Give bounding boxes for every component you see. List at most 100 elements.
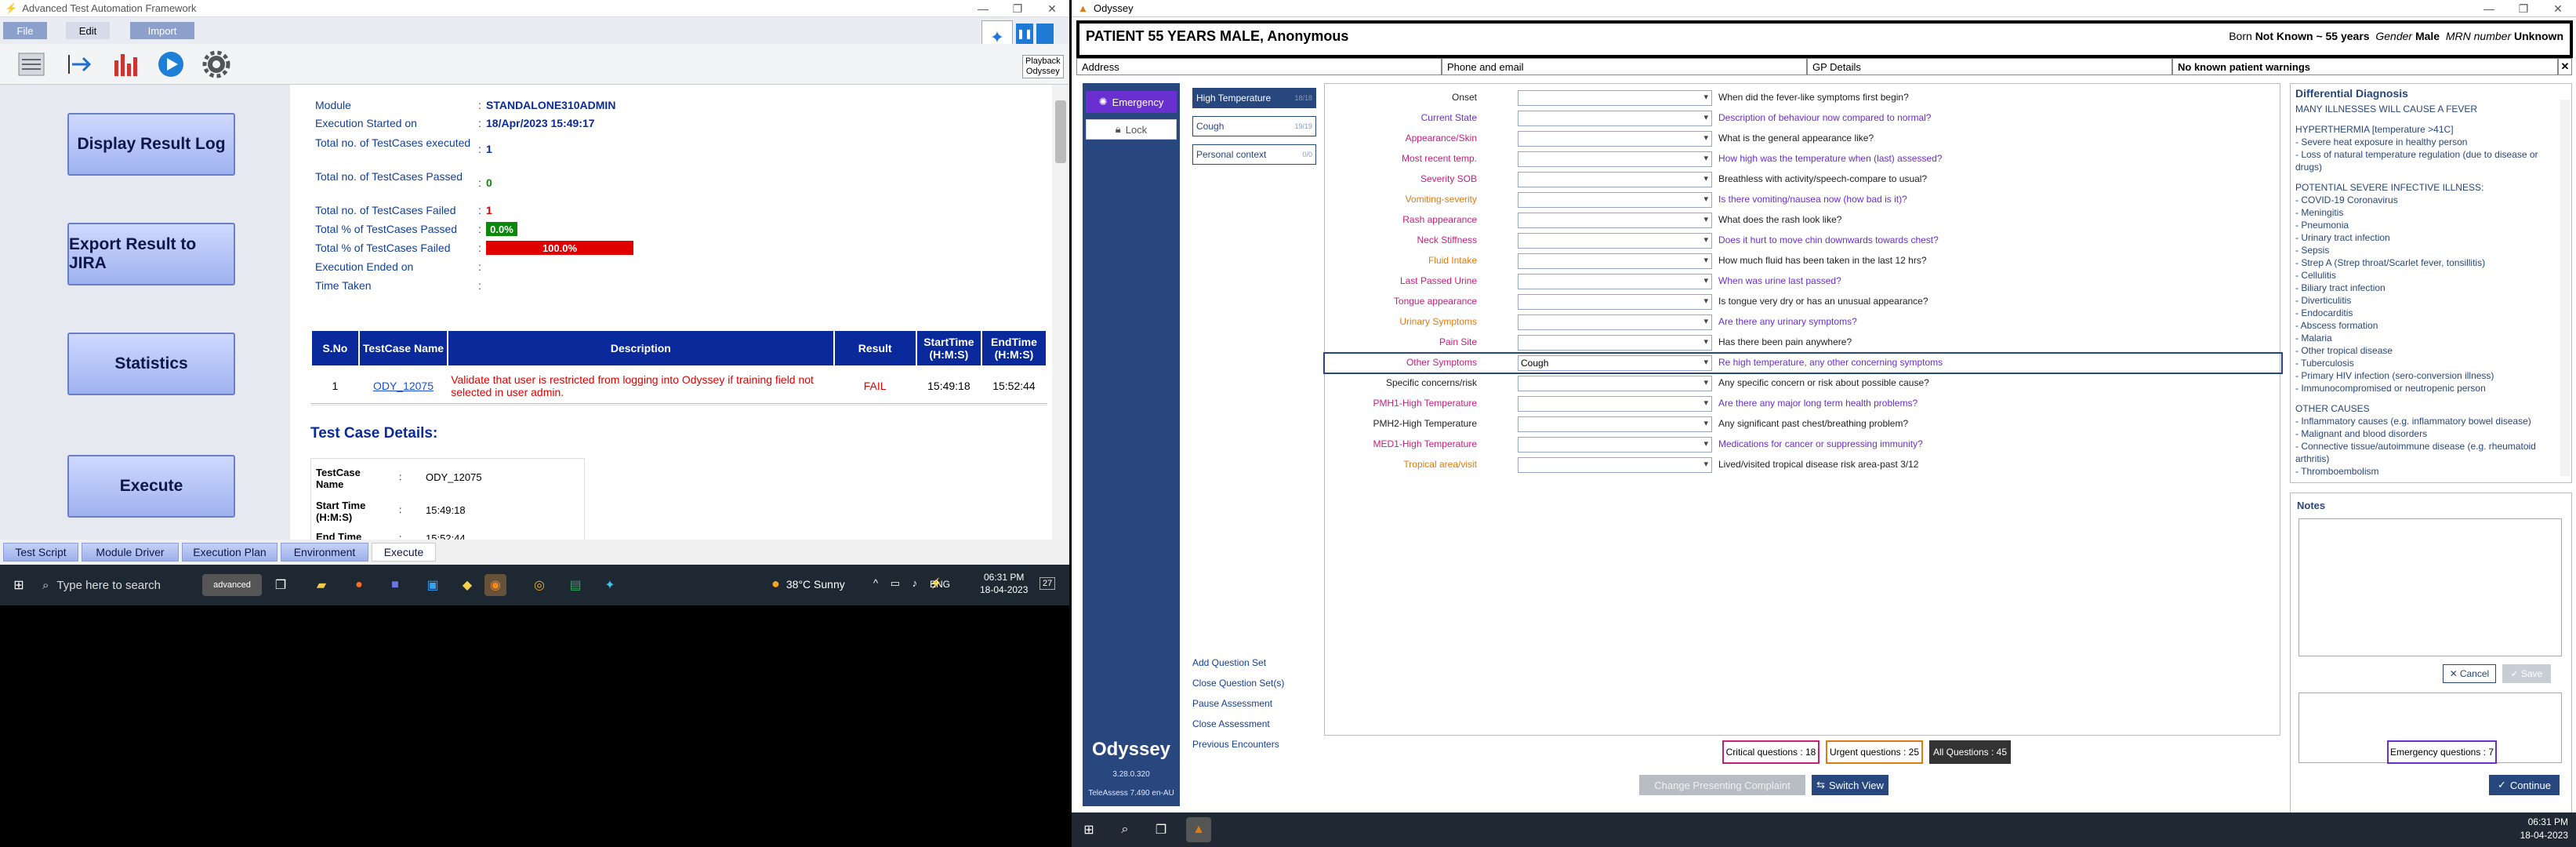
ddx-item: - Diverticulitis — [2295, 295, 2352, 306]
weather[interactable]: ● 38°C Sunny — [771, 576, 845, 592]
answer-select[interactable] — [1518, 314, 1712, 330]
task-view-icon[interactable]: ❐ — [1150, 819, 1172, 841]
tab-execute[interactable]: Execute — [372, 543, 436, 562]
clock[interactable]: 06:31 PM 18-04-2023 — [980, 571, 1028, 596]
teams-icon[interactable]: ■ — [384, 574, 406, 596]
critical-count[interactable]: Critical questions : 18 — [1722, 740, 1820, 764]
answer-select[interactable] — [1518, 90, 1712, 106]
arrow-right-icon[interactable] — [63, 47, 97, 82]
phone-email-field[interactable]: Phone and email — [1442, 58, 1807, 75]
minimize-button[interactable]: — — [2472, 0, 2506, 17]
alarm-icon: ✺ — [1098, 96, 1108, 107]
symptom-item[interactable]: Cough 19/19 — [1192, 116, 1316, 136]
answer-select[interactable] — [1518, 376, 1712, 391]
outlook-icon[interactable]: ◉ — [484, 574, 506, 596]
answer-select[interactable] — [1518, 131, 1712, 147]
answer-select[interactable] — [1518, 335, 1712, 351]
scroll-thumb[interactable] — [1055, 100, 1066, 163]
previous-encounters-link[interactable]: Previous Encounters — [1192, 739, 1279, 750]
menu-file[interactable]: File — [3, 22, 47, 39]
task-view-icon[interactable]: ❐ — [270, 574, 292, 596]
file-explorer-icon[interactable]: ▰ — [310, 574, 332, 596]
chrome-icon[interactable]: ◎ — [528, 574, 550, 596]
switch-view-button[interactable]: ⇆ Switch View — [1812, 775, 1888, 795]
export-jira-button[interactable]: Export Result to JIRA — [67, 223, 235, 285]
maximize-button[interactable]: ❐ — [2506, 0, 2541, 17]
symptom-item[interactable]: Personal context 0/0 — [1192, 144, 1316, 165]
save-button[interactable]: ✓ Save — [2502, 664, 2551, 683]
python-icon[interactable]: ◆ — [456, 574, 478, 596]
excel-icon[interactable]: ▤ — [564, 574, 586, 596]
gear-icon[interactable] — [199, 47, 234, 82]
all-count[interactable]: All Questions : 45 — [1929, 740, 2011, 764]
urgent-count[interactable]: Urgent questions : 25 — [1826, 740, 1923, 764]
pause-icon[interactable]: ❚❚ — [1016, 24, 1033, 44]
ddx-title: Differential Diagnosis — [2295, 87, 2408, 100]
notification-count[interactable]: 27 — [1039, 577, 1056, 590]
report-scrollbar[interactable] — [1052, 85, 1069, 540]
emergency-count[interactable]: Emergency questions : 7 — [2387, 740, 2497, 764]
execute-button[interactable]: Execute — [67, 455, 235, 518]
language[interactable]: ENG — [930, 579, 950, 590]
answer-select[interactable] — [1518, 151, 1712, 167]
firefox-icon[interactable]: ● — [348, 574, 370, 596]
answer-select[interactable] — [1518, 437, 1712, 453]
answer-select[interactable] — [1518, 396, 1712, 412]
windows-start-icon[interactable]: ⊞ — [1078, 819, 1100, 841]
stop-icon[interactable] — [1036, 24, 1054, 44]
continue-button[interactable]: ✓ Continue — [2489, 775, 2560, 795]
clock[interactable]: 06:31 PM 18-04-2023 — [2520, 816, 2568, 842]
close-header-icon[interactable]: ✕ — [2558, 58, 2572, 75]
question-label: Neck Stiffness — [1417, 234, 1477, 245]
answer-select[interactable] — [1518, 457, 1712, 473]
close-button[interactable]: ✕ — [2541, 0, 2575, 17]
answer-select[interactable] — [1518, 253, 1712, 269]
change-complaint-button[interactable]: Change Presenting Complaint — [1639, 775, 1805, 795]
teleassess-icon[interactable]: ✦ — [599, 574, 621, 596]
details-box: TestCase Name : ODY_12075 Start Time (H:… — [310, 458, 585, 540]
close-button[interactable]: ✕ — [1035, 0, 1069, 17]
tab-test-script[interactable]: Test Script — [3, 543, 78, 562]
answer-select[interactable] — [1518, 233, 1712, 249]
odyssey-taskbar-icon[interactable]: ▲ — [1186, 817, 1211, 842]
play-icon[interactable] — [154, 47, 188, 82]
answer-select[interactable] — [1518, 416, 1712, 432]
notes-textarea[interactable] — [2298, 518, 2562, 656]
testcase-link[interactable]: ODY_12075 — [358, 366, 448, 405]
bar-chart-icon[interactable] — [108, 47, 143, 82]
answer-select[interactable] — [1518, 192, 1712, 208]
answer-select[interactable] — [1518, 274, 1712, 289]
cancel-button[interactable]: ✕ Cancel — [2443, 664, 2496, 683]
search-icon[interactable]: ⌕ — [1114, 819, 1136, 841]
search-box[interactable]: ⌕ Type here to search — [42, 573, 196, 598]
answer-select[interactable] — [1518, 172, 1712, 187]
gp-details-field[interactable]: GP Details — [1807, 58, 2172, 75]
minimize-button[interactable]: — — [966, 0, 1000, 17]
lock-button[interactable]: 🔒︎ Lock — [1086, 119, 1177, 140]
symptom-item[interactable]: High Temperature 18/18 — [1192, 88, 1316, 108]
maximize-button[interactable]: ❐ — [1000, 0, 1035, 17]
tab-module-driver[interactable]: Module Driver — [82, 543, 179, 562]
close-assessment-link[interactable]: Close Assessment — [1192, 718, 1270, 729]
display-result-log-button[interactable]: Display Result Log — [67, 113, 235, 176]
answer-select[interactable] — [1518, 111, 1712, 126]
list-icon[interactable] — [14, 47, 49, 82]
tab-execution-plan[interactable]: Execution Plan — [182, 543, 278, 562]
answer-select[interactable] — [1518, 213, 1712, 228]
app-icon[interactable]: ▣ — [422, 574, 444, 596]
menu-edit[interactable]: Edit — [66, 22, 110, 39]
statistics-button[interactable]: Statistics — [67, 333, 235, 395]
menu-import[interactable]: Import — [130, 22, 194, 39]
windows-start-icon[interactable]: ⊞ — [8, 574, 30, 596]
close-question-set-link[interactable]: Close Question Set(s) — [1192, 678, 1284, 689]
tab-environment[interactable]: Environment — [281, 543, 368, 562]
advanced-app-icon[interactable]: advanced — [202, 574, 262, 596]
ddx-scrollbar[interactable] — [2560, 100, 2570, 476]
emergency-button[interactable]: ✺ Emergency — [1086, 91, 1177, 113]
pause-assessment-link[interactable]: Pause Assessment — [1192, 698, 1272, 709]
add-question-set-link[interactable]: Add Question Set — [1192, 657, 1266, 668]
answer-select[interactable] — [1518, 294, 1712, 310]
answer-select[interactable]: Cough — [1518, 355, 1712, 371]
differential-diagnosis: Differential Diagnosis MANY ILLNESSES WI… — [2290, 83, 2572, 483]
address-field[interactable]: Address — [1076, 58, 1442, 75]
